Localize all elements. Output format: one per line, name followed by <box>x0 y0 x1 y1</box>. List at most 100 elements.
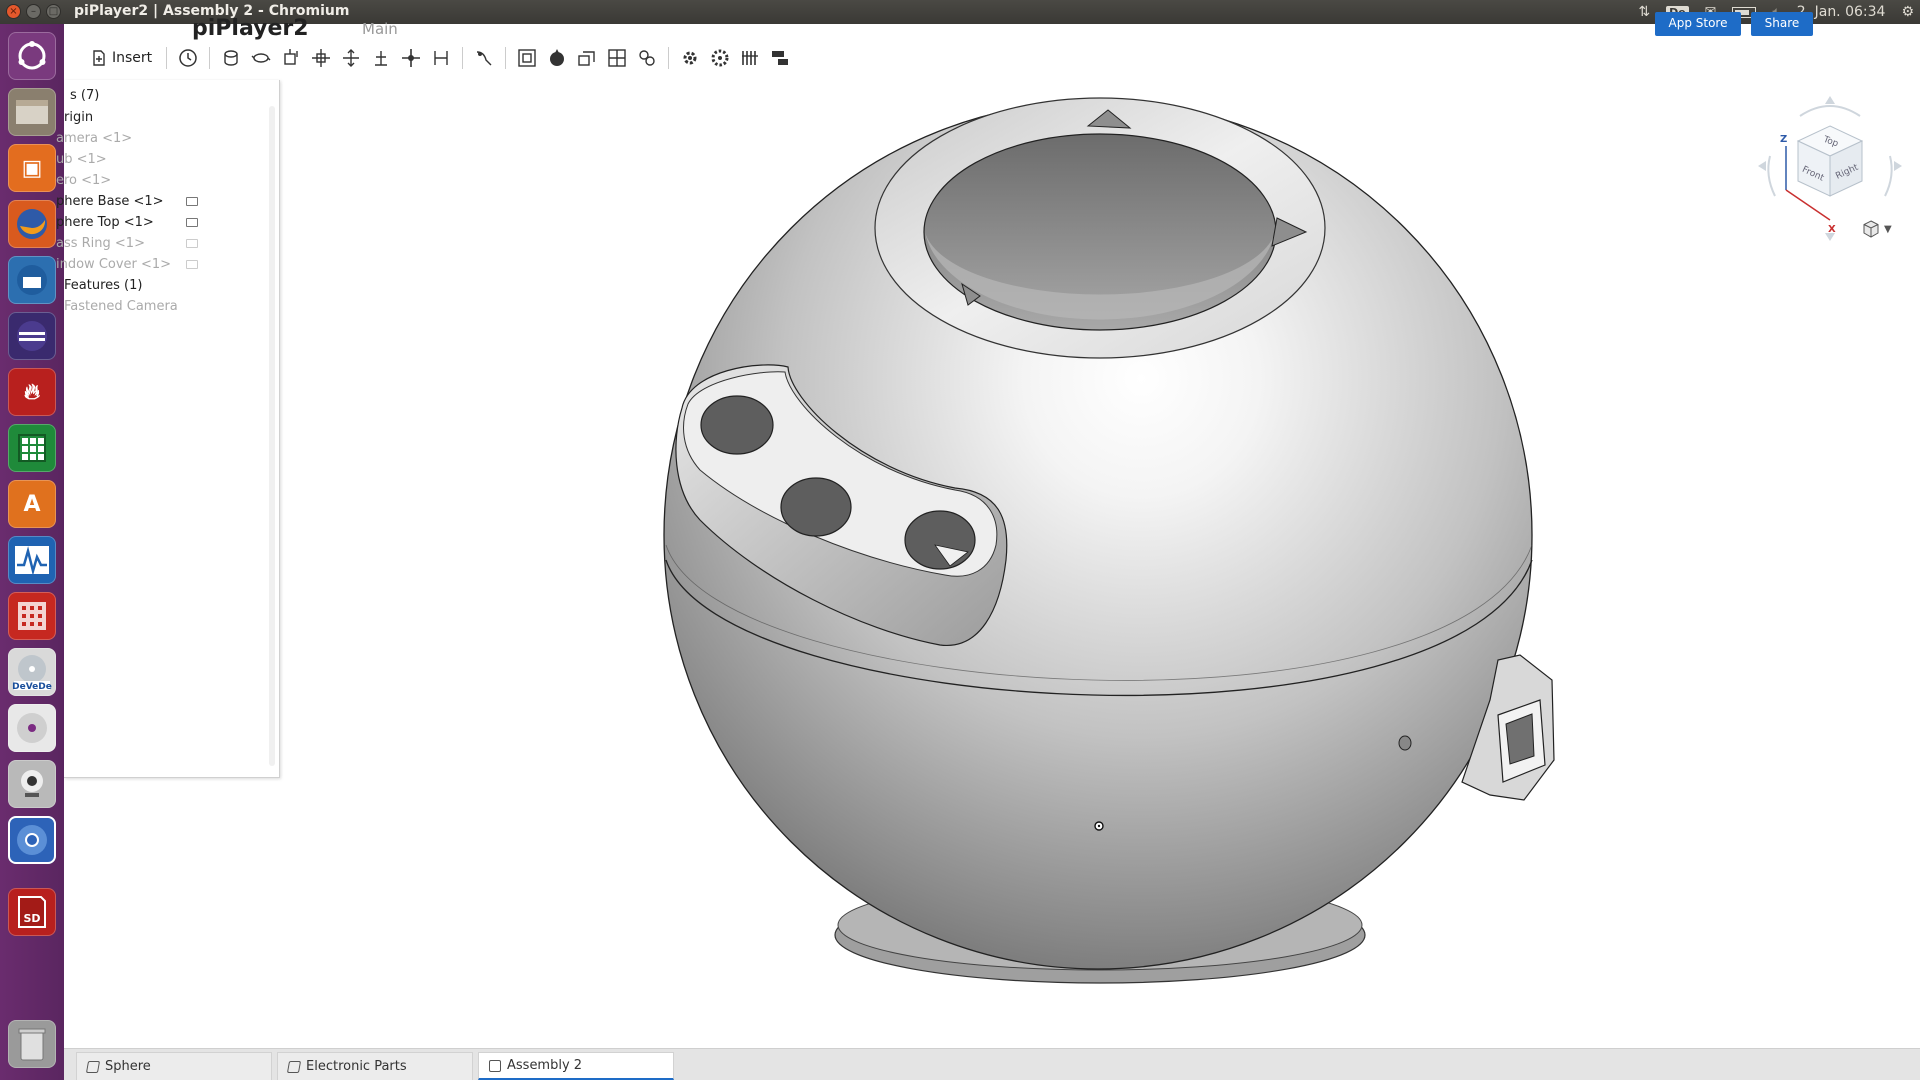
sphere-base-instance[interactable]: phere Base <1> <box>56 192 266 212</box>
assembly-tab-icon <box>489 1059 501 1072</box>
tab-assembly-2[interactable]: Assembly 2 <box>478 1052 674 1080</box>
mate-connector-icon[interactable] <box>542 44 572 72</box>
thunderbird-icon[interactable] <box>8 256 56 304</box>
disc-player-icon[interactable] <box>8 704 56 752</box>
tab-label: Sphere <box>105 1059 151 1074</box>
trash-icon[interactable] <box>8 1020 56 1068</box>
rack-pinion-icon[interactable] <box>705 44 735 72</box>
glass-ring-instance[interactable]: ass Ring <1> <box>56 234 266 254</box>
history-icon[interactable] <box>173 44 203 72</box>
replicate-icon[interactable] <box>572 44 602 72</box>
toolbar-divider <box>668 47 670 69</box>
sphere-assembly-model[interactable] <box>280 80 1920 1048</box>
document-header: piPlayer2 Main App Store Share <box>64 12 1920 41</box>
hub-instance[interactable]: ub <1> <box>56 150 266 170</box>
origin-label: rigin <box>64 110 94 125</box>
app-store-button[interactable]: App Store <box>1655 12 1741 36</box>
tab-label: Electronic Parts <box>306 1059 407 1074</box>
planar-mate-icon[interactable] <box>306 44 336 72</box>
webcam-icon[interactable] <box>8 760 56 808</box>
sphere-top-label: phere Top <1> <box>56 215 154 230</box>
tangent-mate-icon[interactable] <box>469 44 499 72</box>
files-icon[interactable] <box>8 88 56 136</box>
parallel-mate-icon[interactable] <box>426 44 456 72</box>
sd-card-icon[interactable]: SD <box>8 888 56 936</box>
cylindrical-mate-icon[interactable] <box>336 44 366 72</box>
chromium-icon[interactable] <box>8 816 56 864</box>
tab-label: Assembly 2 <box>507 1058 583 1073</box>
toolbar-divider <box>209 47 211 69</box>
origin-item[interactable]: rigin <box>64 108 274 128</box>
pin-slot-mate-icon[interactable] <box>366 44 396 72</box>
linear-relation-icon[interactable] <box>765 44 795 72</box>
camera-label: amera <1> <box>56 131 133 146</box>
insert-button[interactable]: Insert <box>84 45 160 71</box>
glass-ring-label: ass Ring <1> <box>56 236 145 251</box>
rotate-up-arrow[interactable] <box>1825 96 1835 104</box>
svg-text:DeVeDe: DeVeDe <box>12 682 52 692</box>
gear-relation-icon[interactable] <box>675 44 705 72</box>
spreadsheet-icon[interactable] <box>8 424 56 472</box>
ball-mate-icon[interactable] <box>396 44 426 72</box>
features-group[interactable]: Features (1) <box>64 276 274 296</box>
qr-code-icon[interactable] <box>8 592 56 640</box>
chevron-down-icon: ▼ <box>1884 223 1892 235</box>
devede-icon[interactable]: DeVeDe <box>8 648 56 696</box>
instances-group[interactable]: s (7) <box>70 86 280 106</box>
rotate-left-arrow[interactable] <box>1758 161 1766 171</box>
part-studio-tab-icon <box>85 1060 101 1073</box>
fastened-camera-mate[interactable]: Fastened Camera <box>64 297 274 317</box>
tab-sphere[interactable]: Sphere <box>76 1052 272 1080</box>
feature-list-scrollbar[interactable] <box>269 106 275 766</box>
hub-label: ub <1> <box>56 152 107 167</box>
explode-icon[interactable] <box>632 44 662 72</box>
part-studio-icon <box>186 218 198 227</box>
firefox-icon[interactable] <box>8 200 56 248</box>
close-window-button[interactable]: × <box>6 4 21 19</box>
toolbar-divider <box>462 47 464 69</box>
insert-label: Insert <box>112 50 153 66</box>
eclipse-icon[interactable] <box>8 312 56 360</box>
top-opening <box>874 97 1326 359</box>
svg-text:SD: SD <box>23 912 40 925</box>
assembly-feature-list: s (7) rigin amera <1> ub <1> ero <1> phe… <box>56 80 280 778</box>
document-name[interactable]: piPlayer2 <box>192 16 309 41</box>
view-options-dropdown[interactable]: ▼ <box>1862 220 1892 238</box>
toolbar-divider <box>166 47 168 69</box>
dash-icon[interactable] <box>8 32 56 80</box>
fasten-mate-icon[interactable] <box>216 44 246 72</box>
burner-icon[interactable]: 🔥︎ <box>8 368 56 416</box>
share-button[interactable]: Share <box>1751 12 1813 36</box>
screw-relation-icon[interactable] <box>735 44 765 72</box>
minimize-window-button[interactable]: – <box>26 4 41 19</box>
window-controls: × – □ <box>6 4 61 19</box>
toolbar-divider <box>505 47 507 69</box>
view-cube-small-icon <box>1863 220 1879 238</box>
zero-label: ero <1> <box>56 173 112 188</box>
fastened-camera-label: Fastened Camera <box>64 299 178 314</box>
insert-icon <box>93 50 105 66</box>
gear-icon[interactable]: ⚙ <box>1901 4 1914 20</box>
maximize-window-button[interactable]: □ <box>46 4 61 19</box>
part-studio-tab-icon <box>286 1060 302 1073</box>
zero-instance[interactable]: ero <1> <box>56 171 266 191</box>
pattern-icon[interactable] <box>602 44 632 72</box>
graphics-viewport[interactable] <box>280 80 1920 1048</box>
system-monitor-icon[interactable] <box>8 536 56 584</box>
sphere-top-instance[interactable]: phere Top <1> <box>56 213 266 233</box>
cube[interactable]: Top Front Right <box>1796 125 1864 197</box>
window-cover-instance[interactable]: indow Cover <1> <box>56 255 266 275</box>
workspaces-icon[interactable]: ▣ <box>8 144 56 192</box>
features-group-label: Features (1) <box>64 278 143 293</box>
slider-mate-icon[interactable] <box>276 44 306 72</box>
part-studio-icon <box>186 260 198 269</box>
rotate-right-arrow[interactable] <box>1894 161 1902 171</box>
network-icon[interactable]: ⇅ <box>1638 4 1650 20</box>
document-branch[interactable]: Main <box>362 20 398 38</box>
revolute-mate-icon[interactable] <box>246 44 276 72</box>
group-icon[interactable] <box>512 44 542 72</box>
sphere-base-label: phere Base <1> <box>56 194 164 209</box>
camera-instance[interactable]: amera <1> <box>56 129 266 149</box>
tab-electronic-parts[interactable]: Electronic Parts <box>277 1052 473 1080</box>
software-center-icon[interactable]: A <box>8 480 56 528</box>
